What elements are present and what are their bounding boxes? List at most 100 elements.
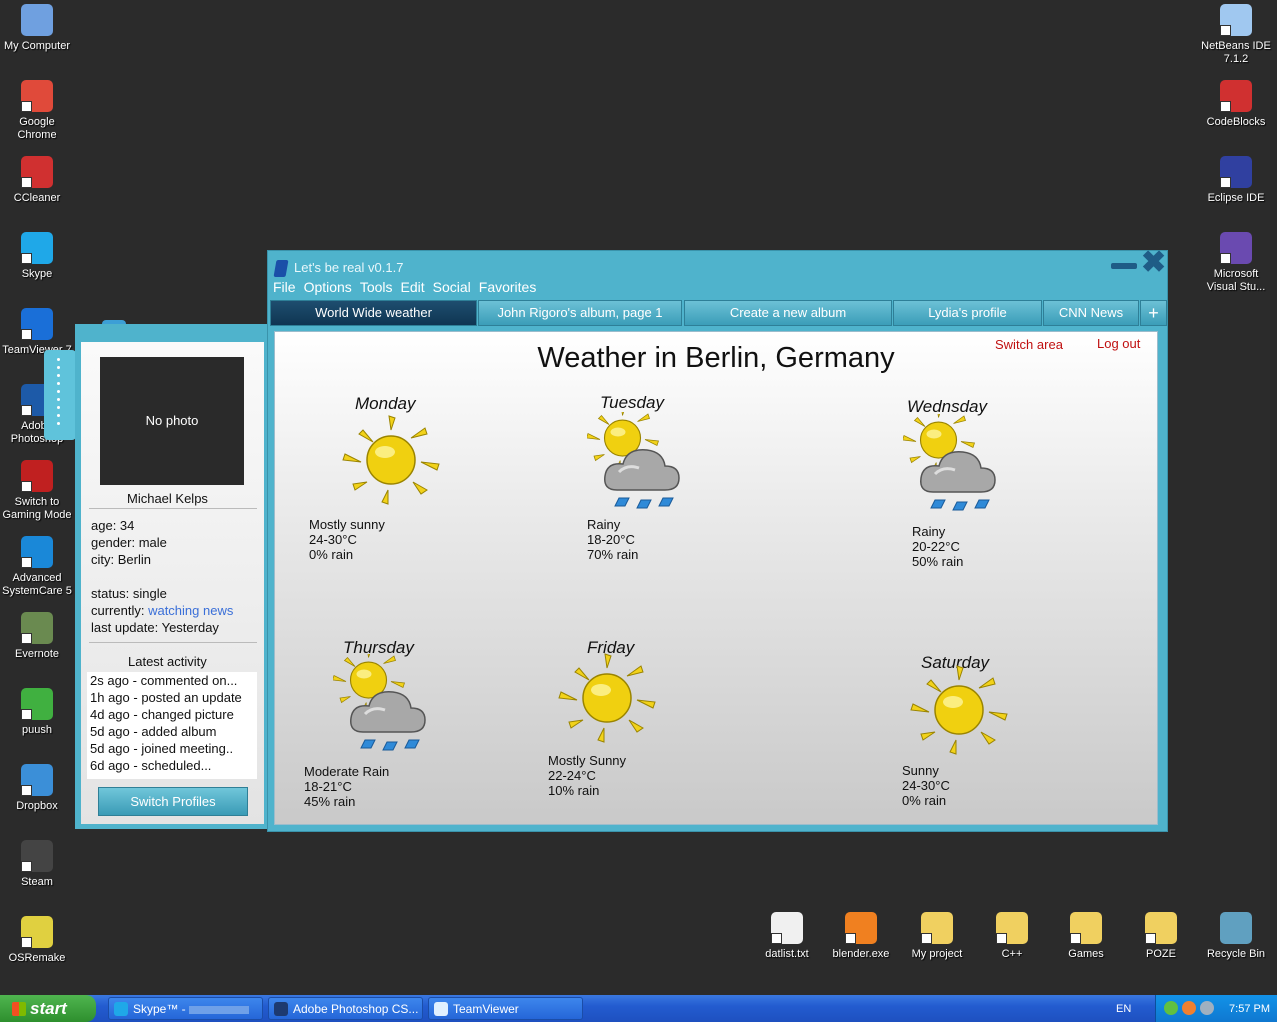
desktop-icon[interactable]: Switch to Gaming Mode — [0, 460, 74, 522]
activity-item[interactable]: 1h ago - posted an update — [87, 689, 257, 706]
desktop-icon[interactable]: Dropbox — [0, 764, 74, 813]
desktop-icon[interactable]: My Computer — [0, 4, 74, 53]
profile-side-tab[interactable] — [44, 350, 76, 440]
weather-cond: Sunny — [902, 763, 939, 778]
task-skype[interactable]: Skype™ - — [108, 997, 263, 1020]
menu-bar: File Options Tools Edit Social Favorites — [273, 279, 544, 295]
desktop-icon-label: Switch to Gaming Mode — [2, 496, 72, 521]
tab-bar: World Wide weather John Rigoro's album, p… — [270, 300, 1167, 326]
activity-item[interactable]: 4d ago - changed picture — [87, 706, 257, 723]
menu-social[interactable]: Social — [433, 279, 471, 295]
language-indicator[interactable]: EN — [1116, 1003, 1131, 1015]
profile-city: city: Berlin — [91, 552, 151, 567]
activity-item[interactable]: 6d ago - scheduled... — [87, 757, 257, 774]
desktop-icon[interactable]: C++ — [975, 912, 1049, 961]
desktop-icon-label: Steam — [21, 876, 53, 888]
desktop-icon[interactable]: Microsoft Visual Stu... — [1199, 232, 1273, 294]
desktop-icon[interactable]: My project — [900, 912, 974, 961]
activity-item[interactable]: 5d ago - added album — [87, 723, 257, 740]
desktop-icon-label: CCleaner — [13, 192, 61, 204]
grip-dot — [57, 358, 60, 361]
task-teamviewer[interactable]: TeamViewer — [428, 997, 583, 1020]
desktop-icon[interactable]: Games — [1049, 912, 1123, 961]
computer-icon — [21, 4, 53, 36]
skype-icon — [21, 232, 53, 264]
menu-tools[interactable]: Tools — [360, 279, 393, 295]
desktop-icon[interactable]: datlist.txt — [750, 912, 824, 961]
menu-file[interactable]: File — [273, 279, 296, 295]
desktop-icon[interactable]: Steam — [0, 840, 74, 889]
clock[interactable]: 7:57 PM — [1229, 1003, 1270, 1015]
desktop-icon[interactable]: Eclipse IDE — [1199, 156, 1273, 205]
tab-3[interactable]: Lydia's profile — [893, 300, 1042, 326]
desktop-icon[interactable]: CCleaner — [0, 156, 74, 205]
tab-1[interactable]: John Rigoro's album, page 1 — [478, 300, 682, 326]
desktop-icon[interactable]: Recycle Bin — [1199, 912, 1273, 961]
desktop-icon-label: Games — [1068, 948, 1104, 960]
start-button[interactable]: start — [0, 995, 96, 1022]
desktop-icon[interactable]: Skype — [0, 232, 74, 281]
profile-gender: gender: male — [91, 535, 167, 550]
profile-panel: No photo Michael Kelps age: 34 gender: m… — [75, 324, 268, 829]
tray-icon[interactable] — [1164, 1001, 1178, 1015]
desktop-icon-label: datlist.txt — [765, 948, 809, 960]
tab-4[interactable]: CNN News — [1043, 300, 1139, 326]
grip-dot — [57, 406, 60, 409]
weather-temp: 22-24°C — [548, 768, 596, 783]
desktop-icon[interactable]: puush — [0, 688, 74, 737]
teamviewer-icon — [21, 308, 53, 340]
profile-status: status: single — [91, 586, 167, 601]
sunny-weather-icon — [333, 412, 453, 512]
desktop-icon-label: blender.exe — [832, 948, 890, 960]
folder-icon — [996, 912, 1028, 944]
dropbox-icon — [21, 764, 53, 796]
photoshop-icon — [274, 1002, 288, 1016]
teamviewer-icon — [434, 1002, 448, 1016]
steam-icon — [21, 840, 53, 872]
desktop-icon[interactable]: POZE — [1124, 912, 1198, 961]
currently-link[interactable]: watching news — [148, 603, 233, 618]
gaming-mode-icon — [21, 460, 53, 492]
weather-cond: Rainy — [587, 517, 621, 532]
logout-link[interactable]: Log out — [1097, 336, 1140, 351]
task-photoshop[interactable]: Adobe Photoshop CS... — [268, 997, 423, 1020]
tab-0[interactable]: World Wide weather — [270, 300, 477, 326]
systemcare-icon — [21, 536, 53, 568]
desktop-icon[interactable]: blender.exe — [824, 912, 898, 961]
switch-area-link[interactable]: Switch area — [995, 337, 1063, 352]
desktop-icon-label: Skype — [21, 268, 53, 280]
weather-cond: Rainy — [912, 524, 946, 539]
weather-temp: 24-30°C — [902, 778, 950, 793]
activity-item[interactable]: 5d ago - joined meeting.. — [87, 740, 257, 757]
menu-edit[interactable]: Edit — [401, 279, 425, 295]
tray-icon[interactable] — [1200, 1001, 1214, 1015]
tab-2[interactable]: Create a new album — [684, 300, 892, 326]
eclipse-icon — [1220, 156, 1252, 188]
weather-temp: 20-22°C — [912, 539, 960, 554]
menu-options[interactable]: Options — [304, 279, 352, 295]
close-icon[interactable]: ✖ — [1141, 248, 1167, 278]
skype-icon — [114, 1002, 128, 1016]
new-tab-button[interactable]: + — [1140, 300, 1167, 326]
switch-profiles-button[interactable]: Switch Profiles — [98, 787, 248, 816]
activity-item[interactable]: 2s ago - commented on... — [87, 672, 257, 689]
weather-details: Sunny 24-30°C 0% rain — [902, 763, 950, 808]
desktop-icon[interactable]: Evernote — [0, 612, 74, 661]
grip-dot — [57, 390, 60, 393]
desktop-icon[interactable]: Advanced SystemCare 5 — [0, 536, 74, 598]
desktop-icon[interactable]: NetBeans IDE 7.1.2 — [1199, 4, 1273, 66]
day-name: Monday — [355, 394, 416, 413]
blender-icon — [845, 912, 877, 944]
minimize-button[interactable] — [1111, 263, 1137, 269]
desktop-icon-label: Dropbox — [16, 800, 58, 812]
tray-icon[interactable] — [1182, 1001, 1196, 1015]
weather-content: Weather in Berlin, Germany Switch area L… — [274, 331, 1158, 825]
desktop-icon[interactable]: Google Chrome — [0, 80, 74, 142]
menu-favorites[interactable]: Favorites — [479, 279, 537, 295]
ccleaner-icon — [21, 156, 53, 188]
desktop-icon[interactable]: OSRemake — [0, 916, 74, 965]
desktop-icon[interactable]: CodeBlocks — [1199, 80, 1273, 129]
folder-icon — [1145, 912, 1177, 944]
grip-dot — [57, 382, 60, 385]
grip-dot — [57, 366, 60, 369]
